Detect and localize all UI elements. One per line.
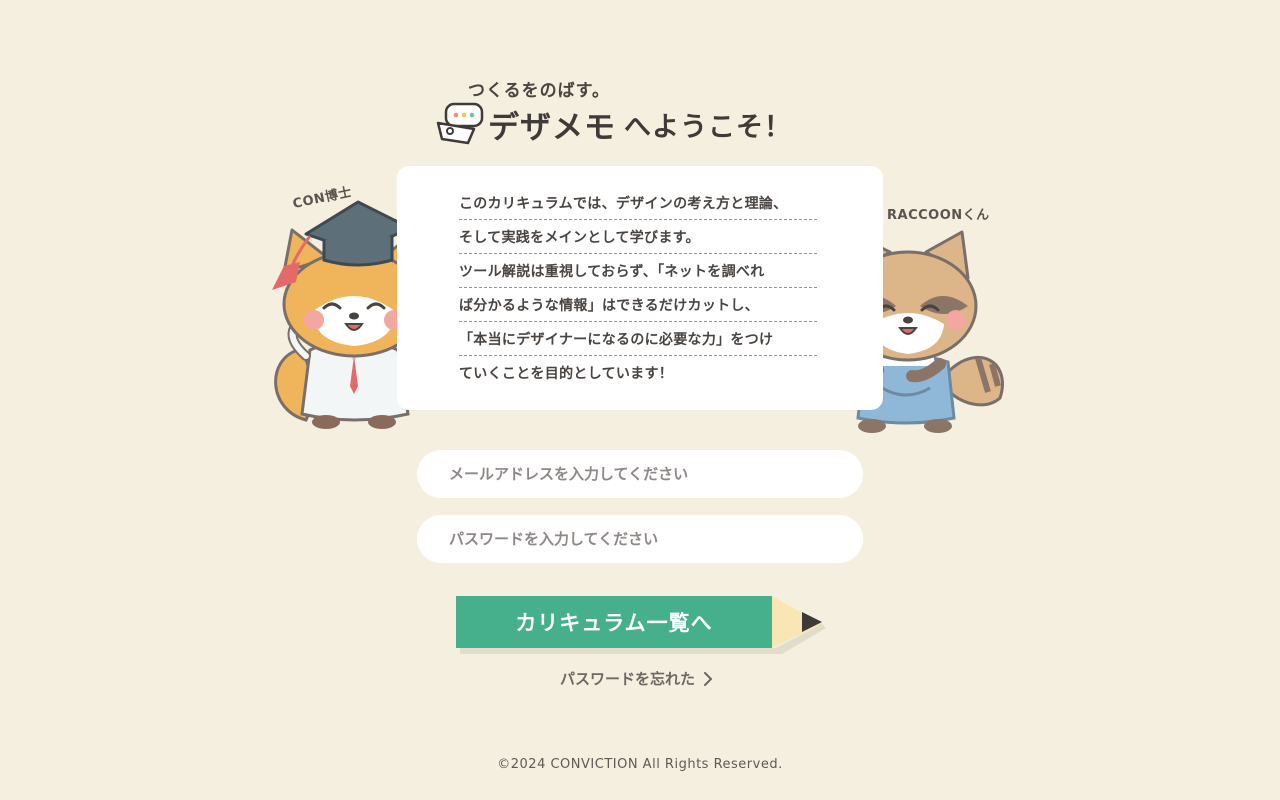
chevron-right-icon: [704, 671, 713, 686]
logo: デザメモ へようこそ！: [434, 100, 792, 148]
copyright: ©2024 CONVICTION All Rights Reserved.: [497, 757, 783, 772]
forgot-password-link[interactable]: パスワードを忘れた: [560, 668, 713, 689]
intro-text: このカリキュラムでは、デザインの考え方と理論、 そして実践をメインとして学びます…: [459, 186, 817, 389]
login-page: つくるをのばす。 デザメモ へようこそ！ CON博士 RACCOONくん このカ…: [0, 0, 1280, 800]
intro-line: ツール解説は重視しておらず、「ネットを調べれ: [459, 254, 817, 288]
button-shadow: [460, 648, 776, 654]
intro-line: そして実践をメインとして学びます。: [459, 220, 817, 254]
speech-bubble-pencil-icon: [436, 102, 484, 145]
password-field[interactable]: [417, 515, 863, 563]
intro-card: このカリキュラムでは、デザインの考え方と理論、 そして実践をメインとして学びます…: [397, 166, 883, 410]
curriculum-list-button[interactable]: カリキュラム一覧へ: [456, 596, 772, 648]
intro-line: ていくことを目的としています！: [459, 366, 674, 382]
submit-button-wrap[interactable]: カリキュラム一覧へ: [456, 596, 826, 658]
raccoon-kun-label: RACCOONくん: [887, 208, 990, 223]
intro-line: 「本当にデザイナーになるのに必要な力」をつけ: [459, 322, 817, 356]
email-field[interactable]: [417, 450, 863, 498]
intro-line: このカリキュラムでは、デザインの考え方と理論、: [459, 186, 817, 220]
forgot-password-label: パスワードを忘れた: [560, 670, 696, 688]
intro-line: ば分かるような情報」はできるだけカットし、: [459, 288, 817, 322]
tagline: つくるをのばす。: [468, 81, 610, 101]
brand-name: デザメモ: [488, 109, 616, 146]
welcome-text: へようこそ！: [624, 111, 792, 143]
pencil-tip-icon: [772, 596, 826, 654]
